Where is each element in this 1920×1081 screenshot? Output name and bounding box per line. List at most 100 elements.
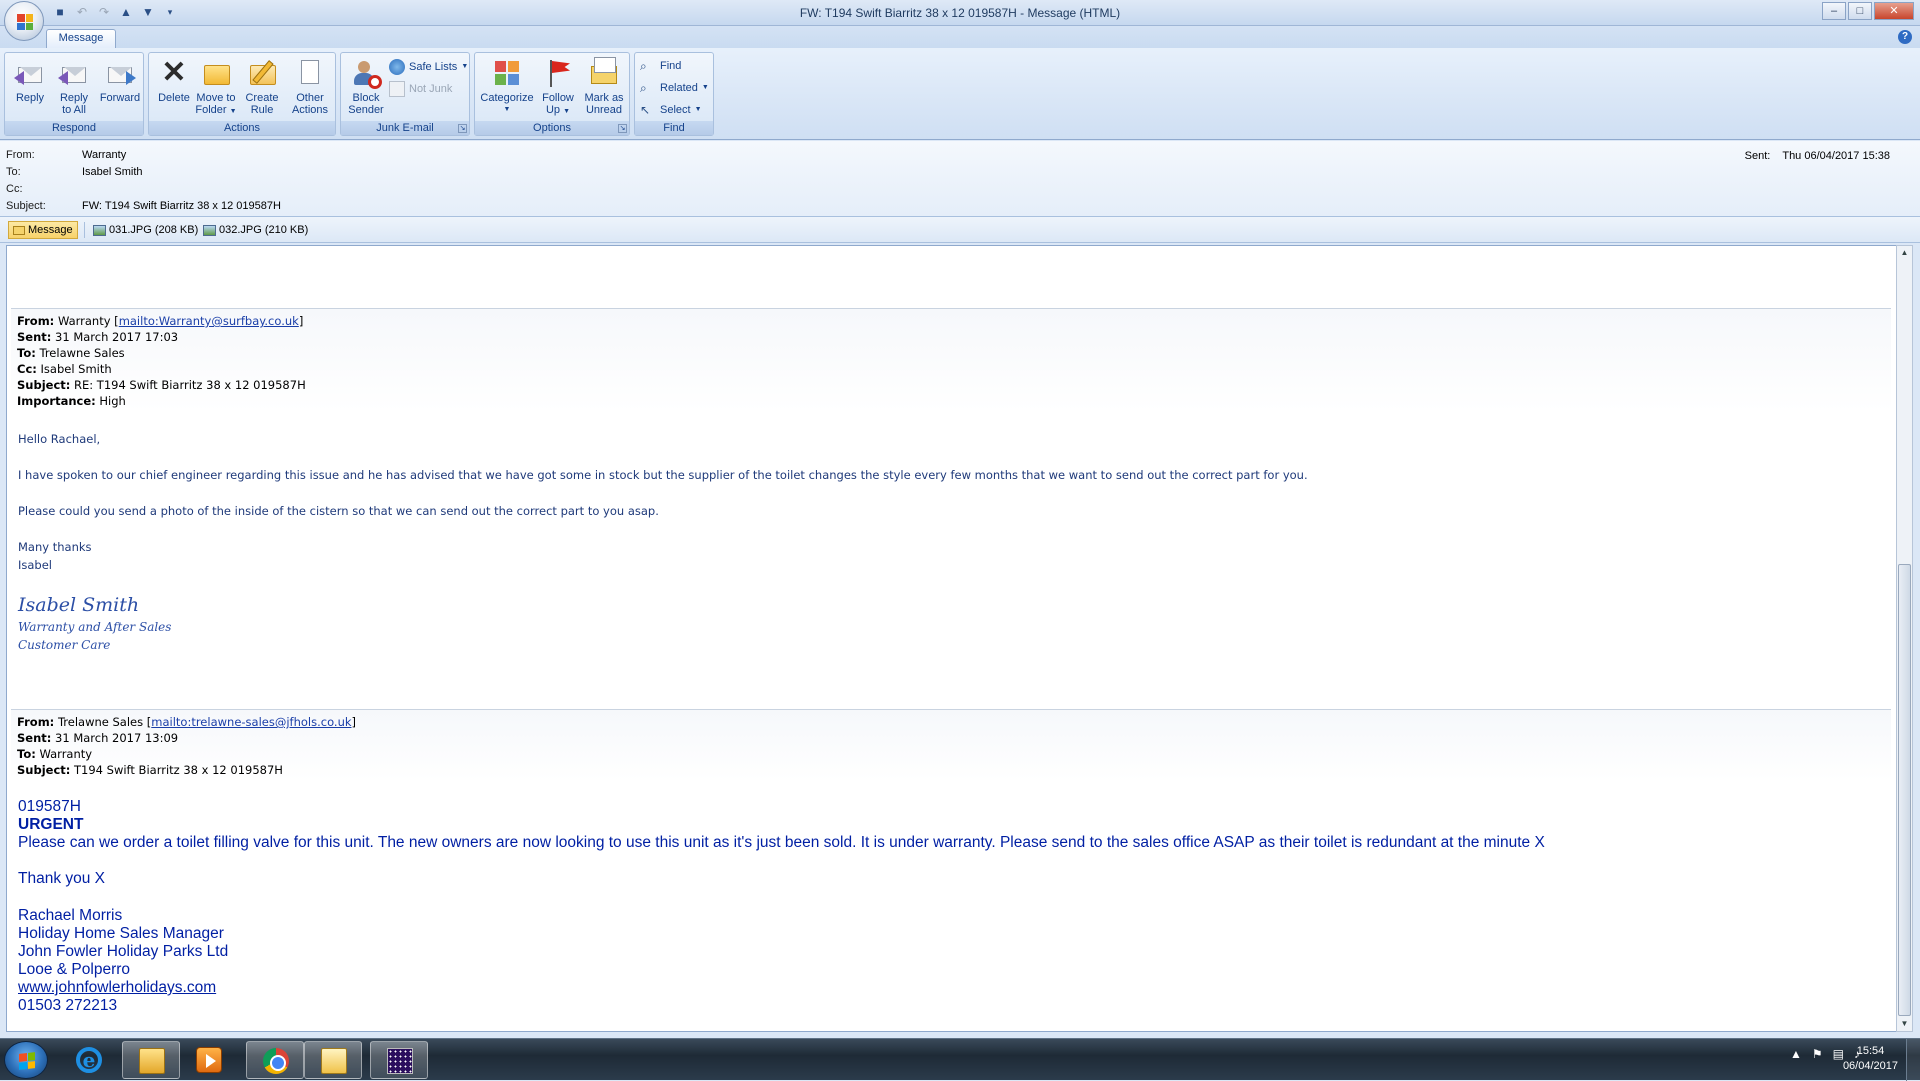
window-controls: – □ ✕ — [1822, 2, 1914, 20]
minimize-button[interactable]: – — [1822, 2, 1846, 20]
show-desktop-button[interactable] — [1906, 1039, 1920, 1081]
move-to-folder-button[interactable]: Move to Folder ▼ — [195, 55, 237, 121]
taskbar-app-window[interactable] — [370, 1041, 428, 1079]
follow-up-button[interactable]: Follow Up ▼ — [537, 55, 579, 121]
related-button[interactable]: ⌕ Related ▼ — [640, 78, 709, 98]
header-cc: Cc: — [6, 183, 23, 195]
signature-line-2: Holiday Home Sales Manager — [18, 925, 224, 942]
maximize-button[interactable]: □ — [1848, 2, 1872, 20]
group-label-find: Find — [635, 121, 713, 135]
block-sender-button[interactable]: Block Sender — [345, 55, 387, 121]
header-from: From: Warranty — [6, 149, 126, 165]
close-button[interactable]: ✕ — [1874, 2, 1914, 20]
body-paragraph-1: I have spoken to our chief engineer rega… — [18, 468, 1308, 482]
flag-icon — [542, 57, 574, 89]
office-button[interactable] — [4, 1, 44, 41]
cursor-icon: ↖ — [640, 103, 651, 117]
forward-button[interactable]: Forward — [97, 55, 143, 121]
group-junk-email: Block Sender Safe Lists ▼ Not Junk Junk E… — [340, 52, 470, 136]
system-clock[interactable]: 15:54 06/04/2017 — [1843, 1044, 1898, 1074]
phone-number: 01503 272213 — [18, 997, 118, 1014]
tab-message[interactable]: Message — [46, 29, 116, 48]
other-actions-icon — [294, 57, 326, 89]
media-player-icon — [196, 1047, 222, 1073]
taskbar-internet-explorer[interactable]: e — [60, 1041, 118, 1079]
chrome-icon — [263, 1048, 289, 1074]
windows-logo-icon — [19, 1052, 35, 1070]
reply-all-icon — [58, 57, 90, 89]
dialog-launcher-icon[interactable]: ↘ — [618, 124, 627, 133]
safe-lists-button[interactable]: Safe Lists ▼ — [389, 57, 468, 77]
not-junk-icon — [389, 81, 405, 97]
group-label-junk: Junk E-mail — [341, 121, 469, 135]
message-body[interactable]: From: Warranty [mailto:Warranty@surfbay.… — [6, 245, 1900, 1032]
header-subject: Subject: FW: T194 Swift Biarritz 38 x 12… — [6, 200, 281, 216]
reply-all-button[interactable]: Reply to All — [53, 55, 95, 121]
reply-icon — [14, 57, 46, 89]
other-actions-button[interactable]: Other Actions ▼ — [287, 55, 333, 127]
scrollbar-thumb[interactable] — [1898, 564, 1911, 1016]
signature-line-1: Rachael Morris — [18, 907, 123, 924]
select-button[interactable]: ↖ Select ▼ — [640, 100, 702, 120]
delete-icon: ✕ — [161, 56, 187, 89]
signature-line-4: Looe & Polperro — [18, 961, 131, 978]
attachment-file-2[interactable]: 032.JPG (210 KB) — [198, 221, 313, 239]
mark-as-unread-button[interactable]: Mark as Unread — [581, 55, 627, 121]
ribbon-tabs: Message ? — [0, 26, 1920, 48]
taskbar-google-chrome[interactable] — [246, 1041, 304, 1079]
help-icon[interactable]: ? — [1898, 30, 1912, 44]
mailto-link-trelawne[interactable]: mailto:trelawne-sales@jfhols.co.uk — [151, 715, 351, 729]
clock-date: 06/04/2017 — [1842, 1060, 1898, 1072]
mailto-link-warranty[interactable]: mailto:Warranty@surfbay.co.uk — [119, 314, 299, 328]
to-value[interactable]: Isabel Smith — [82, 166, 143, 182]
group-find: ⌕ Find ⌕ Related ▼ ↖ Select ▼ Find — [634, 52, 714, 136]
reply-button[interactable]: Reply — [9, 55, 51, 121]
group-label-actions: Actions — [149, 121, 335, 135]
show-hidden-icons-icon[interactable]: ▲ — [1790, 1047, 1802, 1061]
start-button[interactable] — [4, 1041, 48, 1079]
signature-title: Warranty and After Sales — [18, 620, 172, 634]
closing-text: Many thanks — [18, 540, 92, 554]
categorize-button[interactable]: Categorize ▼ — [479, 55, 535, 121]
group-respond: Reply Reply to All Forward Respond — [4, 52, 144, 136]
taskbar-windows-explorer[interactable] — [122, 1041, 180, 1079]
greeting-text: Hello Rachael, — [18, 432, 101, 446]
office-logo-icon — [17, 14, 33, 30]
scroll-down-icon[interactable]: ▼ — [1897, 1017, 1912, 1031]
scroll-up-icon[interactable]: ▲ — [1897, 246, 1912, 260]
group-label-respond: Respond — [5, 121, 143, 135]
forward-icon — [104, 57, 136, 89]
from-value[interactable]: Warranty — [82, 149, 126, 165]
image-file-icon — [203, 224, 216, 236]
header-to: To: Isabel Smith — [6, 166, 143, 182]
delete-button[interactable]: ✕ Delete — [153, 55, 195, 121]
body-paragraph-2: Please could you send a photo of the ins… — [18, 504, 659, 518]
taskbar-outlook[interactable] — [304, 1041, 362, 1079]
dropdown-arrow-icon: ▼ — [461, 63, 469, 70]
vertical-scrollbar[interactable]: ▲ ▼ — [1896, 245, 1913, 1032]
find-button[interactable]: ⌕ Find — [640, 56, 681, 76]
thanks-text: Thank you X — [18, 870, 106, 887]
attachment-bar: Message 031.JPG (208 KB) 032.JPG (210 KB… — [0, 217, 1920, 243]
action-center-flag-icon[interactable]: ⚑ — [1812, 1047, 1823, 1061]
taskbar-media-player[interactable] — [180, 1041, 238, 1079]
dialog-launcher-icon[interactable]: ↘ — [458, 124, 467, 133]
create-rule-button[interactable]: Create Rule — [241, 55, 283, 121]
subject-value: FW: T194 Swift Biarritz 38 x 12 019587H — [82, 200, 281, 212]
header-sent: Sent: Thu 06/04/2017 15:38 — [1744, 150, 1890, 162]
quoted-header-1: From: Warranty [mailto:Warranty@surfbay.… — [11, 308, 1891, 412]
folder-icon — [200, 57, 232, 89]
attachment-message[interactable]: Message — [8, 221, 78, 239]
quoted-header-2: From: Trelawne Sales [mailto:trelawne-sa… — [11, 709, 1891, 781]
envelope-open-icon — [588, 57, 620, 89]
rule-icon — [246, 57, 278, 89]
image-file-icon — [93, 224, 106, 236]
attachment-file-1[interactable]: 031.JPG (208 KB) — [88, 221, 203, 239]
title-bar: ■ ↶ ↷ ▲ ▼ ▾ FW: T194 Swift Biarritz 38 x… — [0, 0, 1920, 41]
block-sender-icon — [350, 57, 382, 89]
dropdown-arrow-icon: ▼ — [503, 106, 511, 113]
not-junk-button[interactable]: Not Junk — [389, 79, 452, 99]
sender-name: Isabel — [18, 558, 53, 572]
dropdown-arrow-icon: ▼ — [229, 108, 237, 115]
website-link[interactable]: www.johnfowlerholidays.com — [18, 979, 216, 997]
